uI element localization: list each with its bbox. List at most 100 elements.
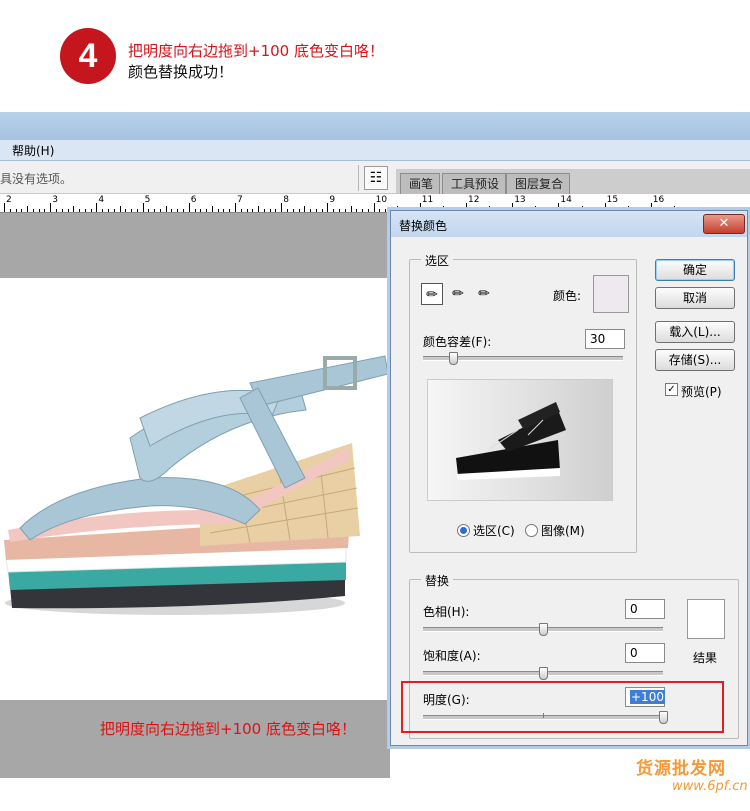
color-label: 颜色: bbox=[553, 289, 582, 303]
ruler-minor-tick bbox=[379, 209, 381, 212]
ruler-minor-tick bbox=[229, 209, 231, 212]
watermark-logo-text: 货源批发网 bbox=[636, 759, 726, 779]
selection-preview bbox=[427, 379, 613, 501]
ruler-minor-tick bbox=[333, 209, 335, 212]
ruler-label: 11 bbox=[421, 195, 434, 205]
ruler-major-tick bbox=[235, 203, 236, 212]
ruler-label: 5 bbox=[144, 195, 151, 205]
ruler-minor-tick bbox=[119, 206, 121, 212]
replace-color-dialog: 替换颜色 ✕ 选区 ✏ ✏ ✏ 颜色: 颜色容差(F): 30 选区(C) 图像… bbox=[390, 210, 748, 746]
ruler-label: 6 bbox=[190, 195, 197, 205]
color-swatch[interactable] bbox=[593, 275, 629, 313]
ruler-label: 8 bbox=[283, 195, 289, 205]
sandal-image bbox=[4, 355, 389, 615]
selection-group-label: 选区 bbox=[421, 252, 454, 269]
ruler-major-tick bbox=[50, 203, 52, 212]
ruler-minor-tick bbox=[61, 209, 63, 212]
ruler-minor-tick bbox=[107, 209, 109, 212]
ruler-label: 3 bbox=[52, 195, 58, 205]
radio-selection-label: 选区(C) bbox=[473, 524, 515, 538]
step-instruction-line-1: 把明度向右边拖到+100 底色变白咯！ bbox=[128, 42, 384, 60]
ruler-minor-tick bbox=[177, 209, 179, 212]
options-bar-text: 具没有选项。 bbox=[0, 172, 73, 186]
ruler-label: 7 bbox=[237, 195, 243, 205]
ruler-minor-tick bbox=[154, 209, 156, 212]
save-button[interactable]: 存储(S)... bbox=[655, 349, 735, 371]
radio-selection[interactable] bbox=[457, 524, 470, 537]
ruler-minor-tick bbox=[252, 209, 254, 212]
ruler-label: 14 bbox=[560, 195, 572, 205]
watermark-url: www.6pf.cn bbox=[672, 779, 748, 794]
canvas-caption: 把明度向右边拖到+100 底色变白咯！ bbox=[100, 720, 356, 738]
palette-dock-icon[interactable]: ☷ bbox=[364, 166, 388, 190]
hue-input[interactable]: 0 bbox=[625, 599, 665, 619]
ruler-minor-tick bbox=[350, 206, 352, 212]
ruler-minor-tick bbox=[79, 209, 81, 212]
step-instruction-line-2: 颜色替换成功！ bbox=[128, 63, 234, 81]
ruler-minor-tick bbox=[9, 209, 11, 212]
ruler-minor-tick bbox=[269, 209, 271, 212]
bottom-strip bbox=[0, 778, 750, 811]
ruler-minor-tick bbox=[304, 206, 306, 212]
hue-slider-thumb[interactable] bbox=[539, 623, 548, 636]
ruler-minor-tick bbox=[240, 209, 242, 212]
ruler-minor-tick bbox=[310, 209, 312, 212]
ruler-major-tick bbox=[327, 203, 329, 212]
document-canvas[interactable] bbox=[0, 278, 395, 700]
tab-tool-presets[interactable]: 工具预设 bbox=[442, 173, 507, 194]
saturation-label: 饱和度(A): bbox=[423, 649, 481, 663]
ruler-minor-tick bbox=[113, 209, 115, 212]
ruler-minor-tick bbox=[159, 209, 161, 212]
ruler-minor-tick bbox=[217, 209, 219, 212]
ruler-minor-tick bbox=[286, 209, 288, 212]
ok-button[interactable]: 确定 bbox=[655, 259, 735, 281]
hue-label: 色相(H): bbox=[423, 605, 470, 619]
ruler-minor-tick bbox=[15, 209, 17, 212]
result-label: 结果 bbox=[693, 651, 718, 665]
ruler-minor-tick bbox=[211, 206, 213, 212]
saturation-slider-thumb[interactable] bbox=[539, 667, 548, 680]
ruler-minor-tick bbox=[356, 209, 358, 212]
cancel-button[interactable]: 取消 bbox=[655, 287, 735, 309]
ruler-minor-tick bbox=[131, 209, 133, 212]
ruler-label: 12 bbox=[468, 195, 480, 205]
ruler-label: 13 bbox=[514, 195, 526, 205]
lightness-highlight-box bbox=[401, 681, 724, 733]
eyedropper-tool-icon[interactable]: ✏ bbox=[421, 283, 443, 305]
ruler-minor-tick bbox=[102, 209, 104, 212]
ruler-minor-tick bbox=[338, 209, 340, 212]
ruler-minor-tick bbox=[55, 209, 57, 212]
ruler-minor-tick bbox=[362, 209, 364, 212]
ruler-minor-tick bbox=[27, 206, 29, 212]
result-swatch[interactable] bbox=[687, 599, 725, 639]
tolerance-slider-thumb[interactable] bbox=[449, 352, 458, 365]
replace-group-label: 替换 bbox=[421, 572, 454, 589]
radio-image-label: 图像(M) bbox=[541, 524, 585, 538]
selection-mask-image bbox=[428, 380, 612, 500]
ruler-minor-tick bbox=[84, 209, 86, 212]
tab-brushes[interactable]: 画笔 bbox=[400, 173, 441, 194]
preview-checkbox[interactable]: ✓ bbox=[665, 383, 678, 396]
ruler-major-tick bbox=[373, 203, 375, 212]
load-button[interactable]: 载入(L)... bbox=[655, 321, 735, 343]
ruler-minor-tick bbox=[90, 209, 92, 212]
ruler-minor-tick bbox=[344, 209, 346, 212]
ruler-label: 2 bbox=[6, 195, 12, 205]
close-button[interactable]: ✕ bbox=[703, 214, 745, 234]
radio-image[interactable] bbox=[525, 524, 538, 537]
ruler-label: 4 bbox=[98, 195, 105, 205]
tab-layer-comps[interactable]: 图层复合 bbox=[506, 173, 571, 194]
ruler-minor-tick bbox=[44, 209, 46, 212]
ruler-minor-tick bbox=[223, 209, 225, 212]
menu-item-help[interactable]: 帮助(H) bbox=[12, 142, 54, 159]
ruler-minor-tick bbox=[315, 209, 317, 212]
ruler-minor-tick bbox=[67, 209, 69, 212]
saturation-input[interactable]: 0 bbox=[625, 643, 665, 663]
ruler-minor-tick bbox=[367, 209, 369, 212]
dialog-title-bar[interactable]: 替换颜色 ✕ bbox=[391, 211, 747, 237]
eyedropper-add-icon[interactable]: ✏ bbox=[447, 283, 469, 305]
ruler-minor-tick bbox=[32, 209, 34, 212]
tolerance-input[interactable]: 30 bbox=[585, 329, 625, 349]
eyedropper-subtract-icon[interactable]: ✏ bbox=[473, 283, 495, 305]
ruler-major-tick bbox=[188, 203, 190, 212]
